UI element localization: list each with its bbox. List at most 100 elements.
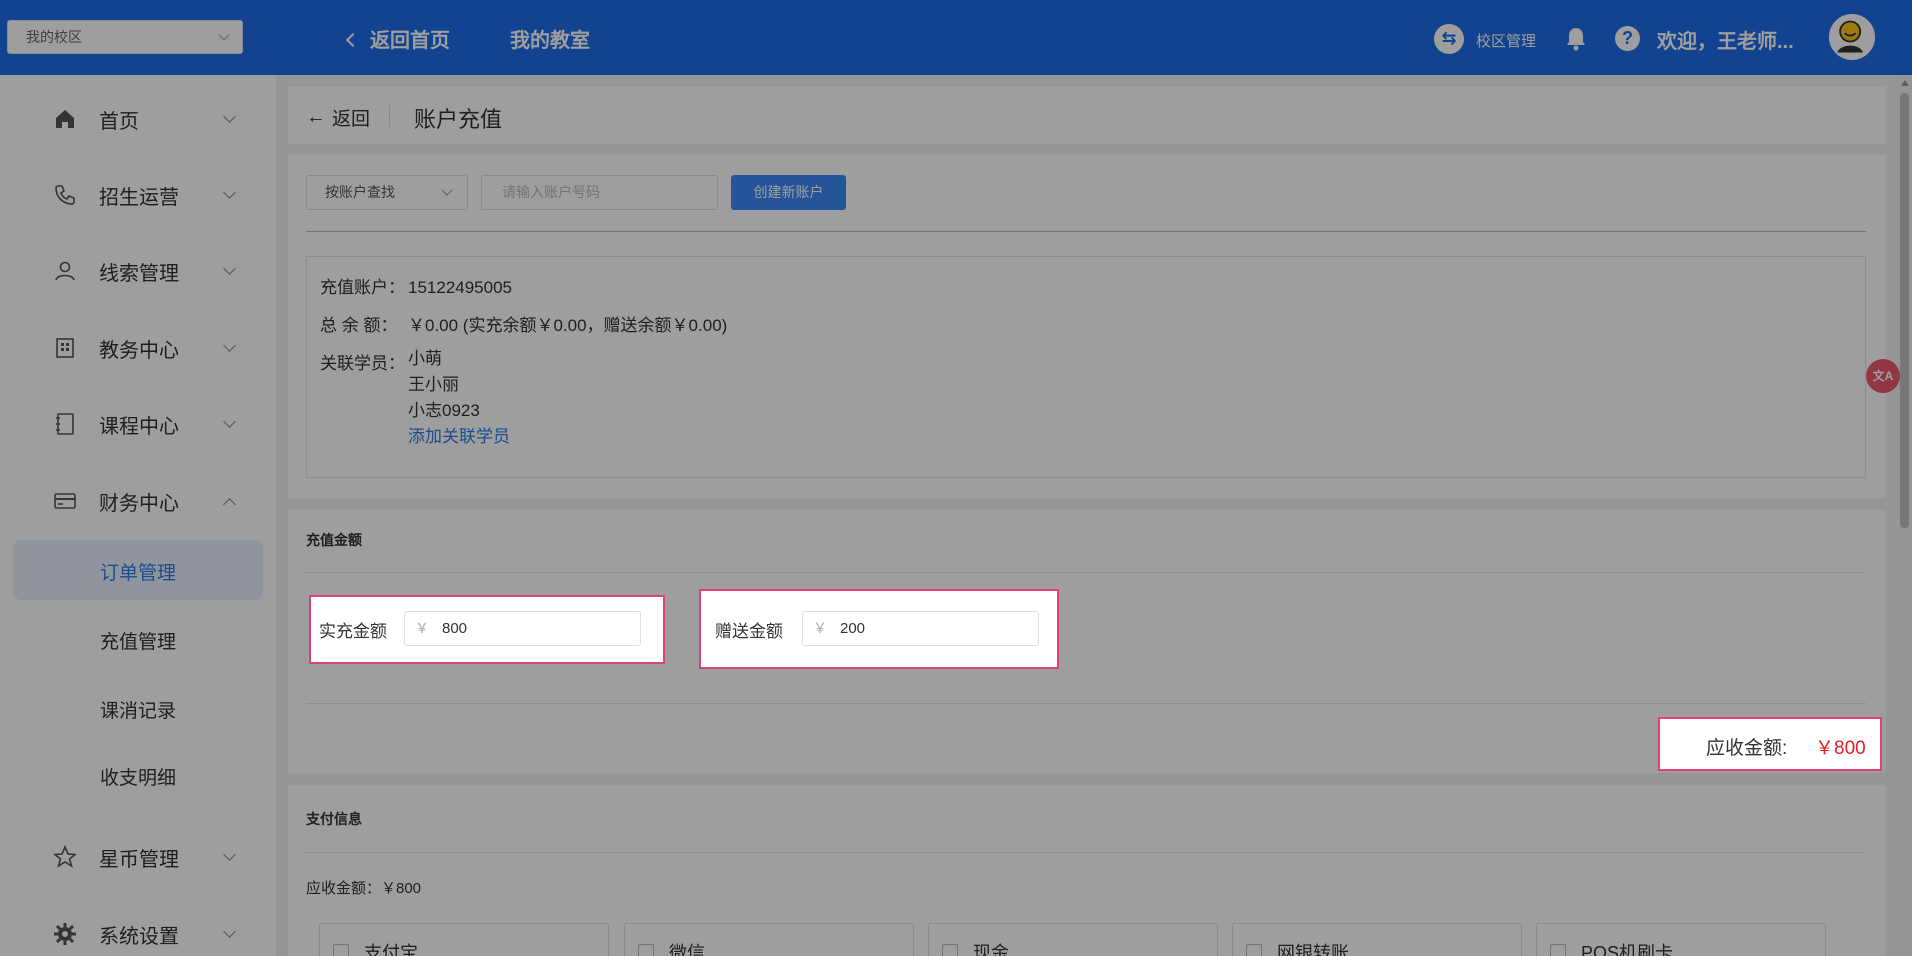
- pay-option-label: POS机刷卡: [1581, 943, 1674, 956]
- sidebar-item-settings[interactable]: 系统设置: [0, 909, 276, 956]
- help-icon[interactable]: ?: [1615, 26, 1640, 51]
- chevron-down-icon: [223, 109, 236, 123]
- checkbox[interactable]: [1550, 944, 1566, 956]
- chevron-down-icon: [223, 185, 236, 199]
- bell-icon[interactable]: [1564, 26, 1588, 52]
- sidebar-subitem-orders[interactable]: 订单管理: [13, 540, 263, 600]
- gift-amount-label: 赠送金额: [715, 622, 783, 641]
- sidebar-item-finance[interactable]: 财务中心: [0, 476, 276, 526]
- sidebar-item-label: 教务中心: [99, 339, 179, 362]
- phone-icon: [55, 185, 75, 205]
- star-icon: [53, 845, 77, 868]
- currency-symbol: ￥: [415, 620, 429, 636]
- students-row: 关联学员：: [320, 349, 408, 374]
- account-row: 充值账户： 15122495005: [320, 273, 512, 298]
- sidebar-item-label: 招生运营: [99, 186, 179, 209]
- add-student-link[interactable]: 添加关联学员: [408, 424, 510, 450]
- back-label: 返回: [332, 109, 371, 130]
- pay-option-alipay[interactable]: 支付宝: [319, 923, 609, 956]
- back-home-link[interactable]: 返回首页: [345, 24, 450, 53]
- balance-row: 总 余 额： ￥0.00 (实充余额￥0.00，赠送余额￥0.00): [320, 311, 727, 336]
- sidebar-subitem-label: 收支明细: [100, 768, 177, 789]
- balance-value: ￥0.00 (实充余额￥0.00，赠送余额￥0.00): [408, 316, 728, 335]
- actual-amount-label: 实充金额: [319, 622, 387, 641]
- checkbox[interactable]: [638, 944, 654, 956]
- sidebar-item-label: 星币管理: [99, 848, 179, 871]
- actual-amount-value: 800: [442, 620, 468, 637]
- balance-label: 总 余 额：: [320, 316, 398, 335]
- sidebar-item-leads[interactable]: 线索管理: [0, 246, 276, 296]
- chevron-down-icon: [218, 29, 230, 41]
- pay-option-wechat[interactable]: 微信: [624, 923, 914, 956]
- search-type-value: 按账户查找: [325, 184, 395, 200]
- campus-select-value: 我的校区: [26, 29, 82, 45]
- account-card: 按账户查找 请输入账户号码 创建新账户 充值账户： 15122495005 总 余…: [288, 155, 1886, 498]
- chevron-left-icon: [345, 32, 361, 47]
- chevron-down-icon: [441, 184, 453, 196]
- sidebar-subitem-recharge[interactable]: 充值管理: [13, 609, 263, 669]
- create-account-button[interactable]: 创建新账户: [731, 175, 846, 210]
- chevron-down-icon: [223, 924, 236, 938]
- welcome-text[interactable]: 欢迎，王老师...: [1657, 25, 1794, 54]
- associated-students-list: 小萌 王小丽 小志0923 添加关联学员: [408, 346, 510, 450]
- avatar[interactable]: [1829, 14, 1875, 60]
- page-title: 账户充值: [414, 107, 503, 132]
- sidebar-item-label: 系统设置: [99, 925, 179, 948]
- search-type-select[interactable]: 按账户查找: [306, 175, 468, 210]
- receivable-amount-highlight: 应收金额: ￥800: [1658, 717, 1882, 771]
- campus-manage-link[interactable]: 校区管理: [1476, 30, 1536, 51]
- pay-option-bank[interactable]: 网银转账: [1232, 923, 1522, 956]
- sidebar-subitem-label: 充值管理: [100, 632, 177, 653]
- scroll-up-icon[interactable]: [1901, 80, 1909, 86]
- sidebar-item-label: 线索管理: [99, 262, 179, 285]
- back-button[interactable]: ← 返回: [306, 104, 370, 131]
- switch-campus-icon[interactable]: ⇆: [1434, 24, 1464, 54]
- list-item: 小志0923: [408, 401, 480, 420]
- sidebar-item-courses[interactable]: 课程中心: [0, 399, 276, 449]
- currency-symbol: ￥: [813, 620, 827, 636]
- divider: [389, 105, 390, 127]
- checkbox[interactable]: [1246, 944, 1262, 956]
- sidebar-item-home[interactable]: 首页: [0, 94, 276, 144]
- sidebar-subitem-label: 订单管理: [100, 563, 177, 584]
- actual-amount-highlight: 实充金额 ￥ 800: [309, 595, 665, 664]
- divider: [306, 852, 1866, 853]
- divider: [306, 231, 1866, 232]
- my-classroom-link[interactable]: 我的教室: [510, 24, 590, 53]
- receivable-label: 应收金额:: [1706, 738, 1788, 759]
- scrollbar-thumb[interactable]: [1900, 93, 1909, 528]
- sidebar-item-stars[interactable]: 星币管理: [0, 832, 276, 882]
- gift-amount-value: 200: [840, 620, 866, 637]
- payment-card: 支付信息 应收金额：￥800 支付宝 微信 现金 网银转账 POS机刷卡: [288, 785, 1886, 956]
- gift-amount-input[interactable]: ￥ 200: [802, 611, 1039, 646]
- sidebar-item-label: 课程中心: [99, 415, 179, 438]
- card-icon: [54, 493, 76, 509]
- page-topbar: ← 返回 账户充值: [288, 87, 1886, 144]
- pay-option-cash[interactable]: 现金: [928, 923, 1218, 956]
- sidebar-subitem-consumption[interactable]: 课消记录: [13, 678, 263, 738]
- pay-option-pos[interactable]: POS机刷卡: [1536, 923, 1826, 956]
- sidebar-item-enrollment[interactable]: 招生运营: [0, 170, 276, 220]
- building-icon: [56, 338, 74, 358]
- students-label: 关联学员：: [320, 354, 405, 373]
- account-value: 15122495005: [408, 278, 513, 297]
- arrow-left-icon: ←: [306, 106, 326, 128]
- top-header: 我的校区 返回首页 我的教室 ⇆ 校区管理 ? 欢迎，王老师...: [0, 0, 1912, 75]
- sidebar-item-academic[interactable]: 教务中心: [0, 323, 276, 373]
- list-item: 王小丽: [408, 375, 459, 394]
- checkbox[interactable]: [333, 944, 349, 956]
- section-title: 支付信息: [306, 811, 362, 827]
- sidebar-subitem-ledger[interactable]: 收支明细: [13, 745, 263, 805]
- campus-select[interactable]: 我的校区: [7, 20, 243, 54]
- translate-icon[interactable]: 文A: [1866, 359, 1900, 393]
- back-home-label: 返回首页: [370, 30, 450, 52]
- pay-option-label: 网银转账: [1277, 943, 1349, 956]
- actual-amount-input[interactable]: ￥ 800: [404, 611, 641, 646]
- checkbox[interactable]: [942, 944, 958, 956]
- payment-amount-text: 应收金额：￥800: [306, 880, 422, 897]
- gear-icon: [54, 923, 76, 945]
- account-info-box: 充值账户： 15122495005 总 余 额： ￥0.00 (实充余额￥0.00，…: [306, 256, 1866, 478]
- account-search-input[interactable]: 请输入账户号码: [481, 175, 718, 210]
- gift-amount-highlight: 赠送金额 ￥ 200: [699, 589, 1059, 669]
- divider: [306, 572, 1866, 573]
